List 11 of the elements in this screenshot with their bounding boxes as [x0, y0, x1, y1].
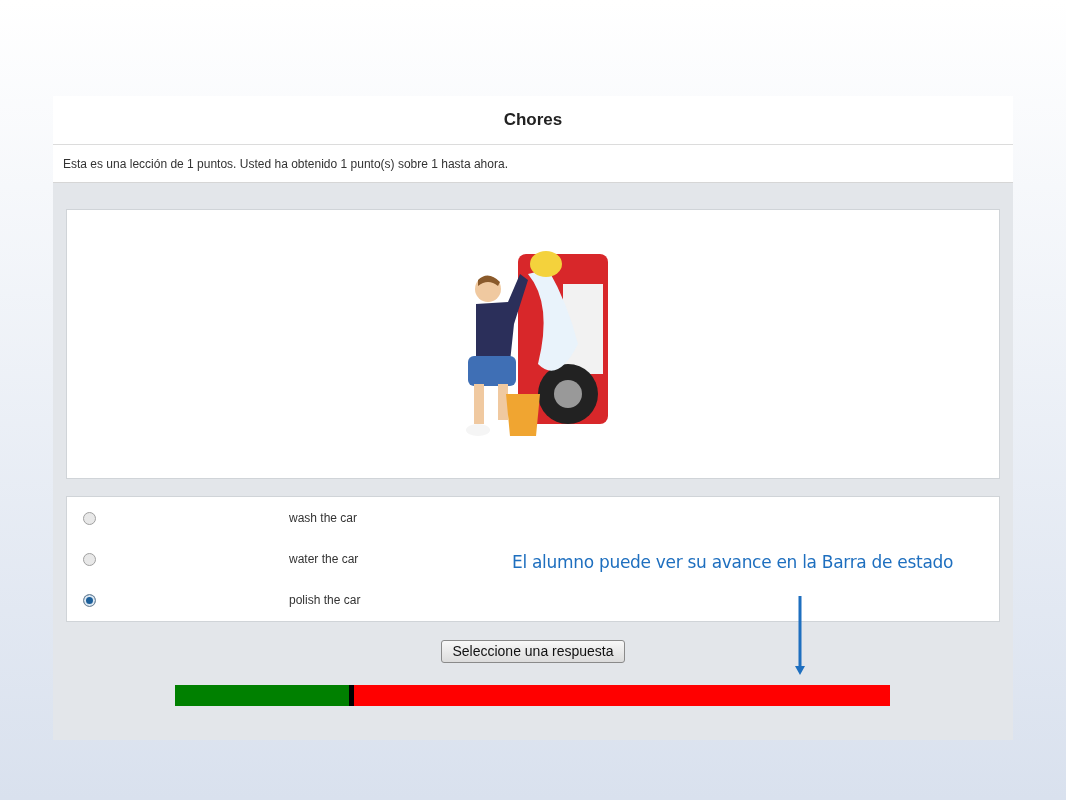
- lesson-info: Esta es una lección de 1 puntos. Usted ha obtenido 1 punto(s) sobre 1 hasta ahora.: [63, 155, 508, 173]
- option-label: polish the car: [289, 592, 361, 609]
- radio-button[interactable]: [83, 511, 96, 525]
- annotation-text: El alumno puede ver su avance en la Barra de estado: [512, 551, 954, 574]
- radio-button[interactable]: [83, 552, 96, 566]
- radio-button[interactable]: [83, 593, 96, 607]
- option-label: wash the car: [289, 510, 358, 527]
- option-label: water the car: [289, 551, 359, 568]
- arrow-icon: [794, 596, 806, 676]
- lesson-title: Chores: [503, 109, 563, 132]
- submit-button[interactable]: Seleccione una respuesta: [441, 640, 625, 663]
